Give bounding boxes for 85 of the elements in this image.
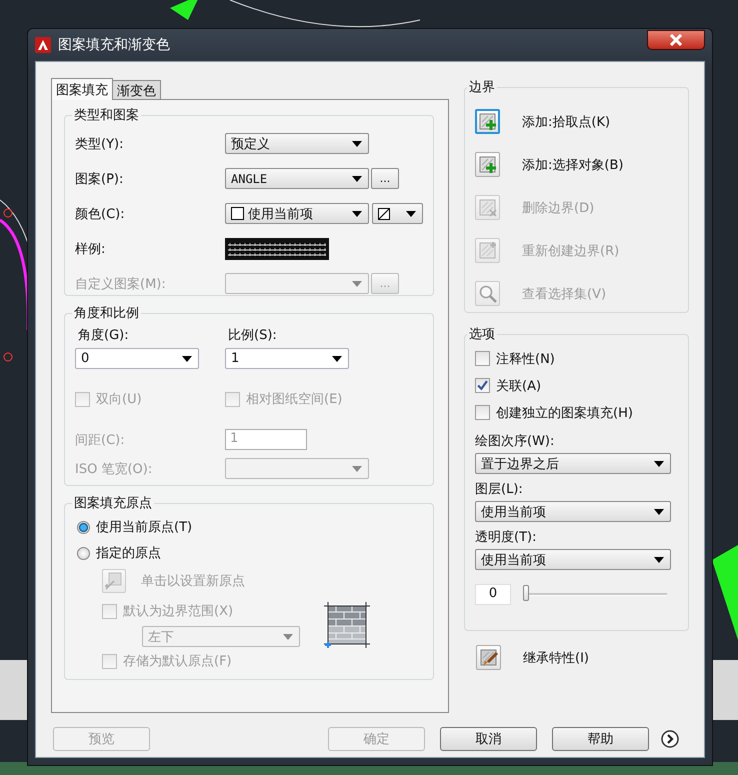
set-origin-label: 单击以设置新原点 — [141, 573, 245, 590]
brick-origin-preview-icon — [324, 602, 370, 648]
dropdown[interactable]: 使用当前项 — [475, 501, 671, 522]
checkbox-label: 相对图纸空间(E) — [246, 391, 342, 408]
field-label: 图案(P): — [75, 170, 124, 188]
cad-circle — [4, 352, 12, 362]
caret-icon — [654, 460, 664, 466]
checkbox-label: 关联(A) — [496, 378, 542, 394]
caret-icon — [352, 466, 362, 472]
caret-icon — [352, 140, 362, 146]
field-label: 图层(L): — [475, 481, 524, 498]
group-title: 类型和图案 — [73, 107, 140, 124]
field-label: 样例: — [75, 240, 106, 258]
close-button[interactable] — [647, 30, 705, 50]
cad-circle — [4, 208, 12, 218]
dropdown[interactable]: 置于边界之后 — [475, 453, 671, 474]
caret-icon — [283, 634, 293, 640]
dialog-button[interactable]: 帮助 — [552, 727, 649, 751]
app-logo-icon — [35, 37, 51, 53]
dropdown[interactable]: ANGLE — [225, 168, 369, 189]
checkbox-label: 双向(U) — [96, 391, 142, 408]
field-label: 自定义图案(M): — [75, 276, 167, 292]
checkbox-label: 默认为边界范围(X) — [123, 603, 234, 620]
close-icon — [669, 34, 683, 46]
boundary-tool-label: 删除边界(D) — [522, 200, 594, 216]
caret-icon — [654, 556, 664, 562]
caret-icon — [352, 176, 362, 182]
caret-icon — [352, 210, 362, 216]
scale-dropdown[interactable]: 1 — [225, 348, 349, 369]
checkbox-label: 注释性(N) — [496, 350, 555, 368]
boundary-tool-button[interactable] — [475, 152, 500, 177]
inherit-properties-label: 继承特性(I) — [523, 650, 589, 666]
expand-button[interactable] — [661, 730, 679, 748]
slider-thumb[interactable] — [523, 585, 529, 601]
radio-button[interactable] — [77, 520, 90, 534]
dialog-button[interactable]: 取消 — [440, 727, 537, 751]
checkbox-label: 存储为默认原点(F) — [123, 653, 232, 670]
field-label: 间距(C): — [75, 432, 126, 448]
radio-label: 指定的原点 — [96, 545, 161, 562]
field-label: 绘图次序(W): — [475, 433, 556, 450]
cad-panel — [712, 660, 738, 720]
group-title: 选项 — [468, 326, 496, 343]
dropdown[interactable] — [225, 273, 369, 294]
no-color-icon — [378, 208, 390, 220]
degree-dropdown[interactable]: 0 — [75, 348, 199, 369]
field-label: 透明度(T): — [475, 529, 538, 546]
cad-panel — [0, 660, 27, 720]
radio-label: 使用当前原点(T) — [96, 519, 192, 536]
boundary-tool-label: 重新创建边界(R) — [522, 242, 620, 260]
checkbox-label: 创建独立的图案填充(H) — [496, 404, 633, 422]
boundary-tool-label: 添加:选择对象(B) — [522, 156, 624, 174]
radio-button[interactable] — [77, 546, 90, 560]
cad-marker-drawing — [170, 0, 200, 20]
boundary-tool-label: 添加:拾取点(K) — [522, 114, 610, 130]
tab[interactable]: 渐变色 — [112, 80, 161, 99]
caret-icon — [332, 356, 342, 362]
group-title: 边界 — [468, 79, 496, 96]
field-label: 比例(S): — [228, 327, 278, 344]
boundary-tool-button[interactable] — [475, 109, 500, 134]
color-swatch-icon — [231, 207, 244, 220]
caret-icon — [182, 356, 192, 362]
inherit-properties-button[interactable] — [476, 645, 501, 670]
caret-icon — [406, 210, 416, 216]
group-title: 图案填充原点 — [73, 495, 153, 512]
caret-icon — [352, 280, 362, 286]
transparency-field[interactable]: 0 — [475, 584, 511, 605]
caret-icon — [654, 508, 664, 514]
checkbox[interactable] — [475, 351, 490, 366]
dropdown[interactable]: 预定义 — [225, 133, 369, 154]
checkbox[interactable] — [475, 378, 490, 393]
pen-width-dropdown[interactable] — [225, 458, 369, 479]
checkbox[interactable] — [475, 405, 490, 420]
color-dropdown[interactable]: 使用当前项 — [225, 203, 369, 224]
field-label: 颜色(C): — [75, 206, 126, 222]
field-label: 角度(G): — [78, 327, 130, 344]
field-label: 类型(Y): — [75, 136, 124, 152]
browse-button[interactable]: ... — [371, 168, 399, 189]
dropdown[interactable]: 使用当前项 — [475, 549, 671, 570]
hatch-sample[interactable] — [225, 238, 329, 260]
boundary-tool-label: 查看选择集(V) — [522, 286, 606, 302]
field-label: ISO 笔宽(O): — [75, 460, 154, 478]
tab[interactable]: 图案填充 — [51, 78, 113, 100]
group-title: 角度和比例 — [73, 305, 140, 322]
background-color-dropdown[interactable] — [372, 203, 423, 224]
window-title: 图案填充和渐变色 — [58, 36, 171, 54]
